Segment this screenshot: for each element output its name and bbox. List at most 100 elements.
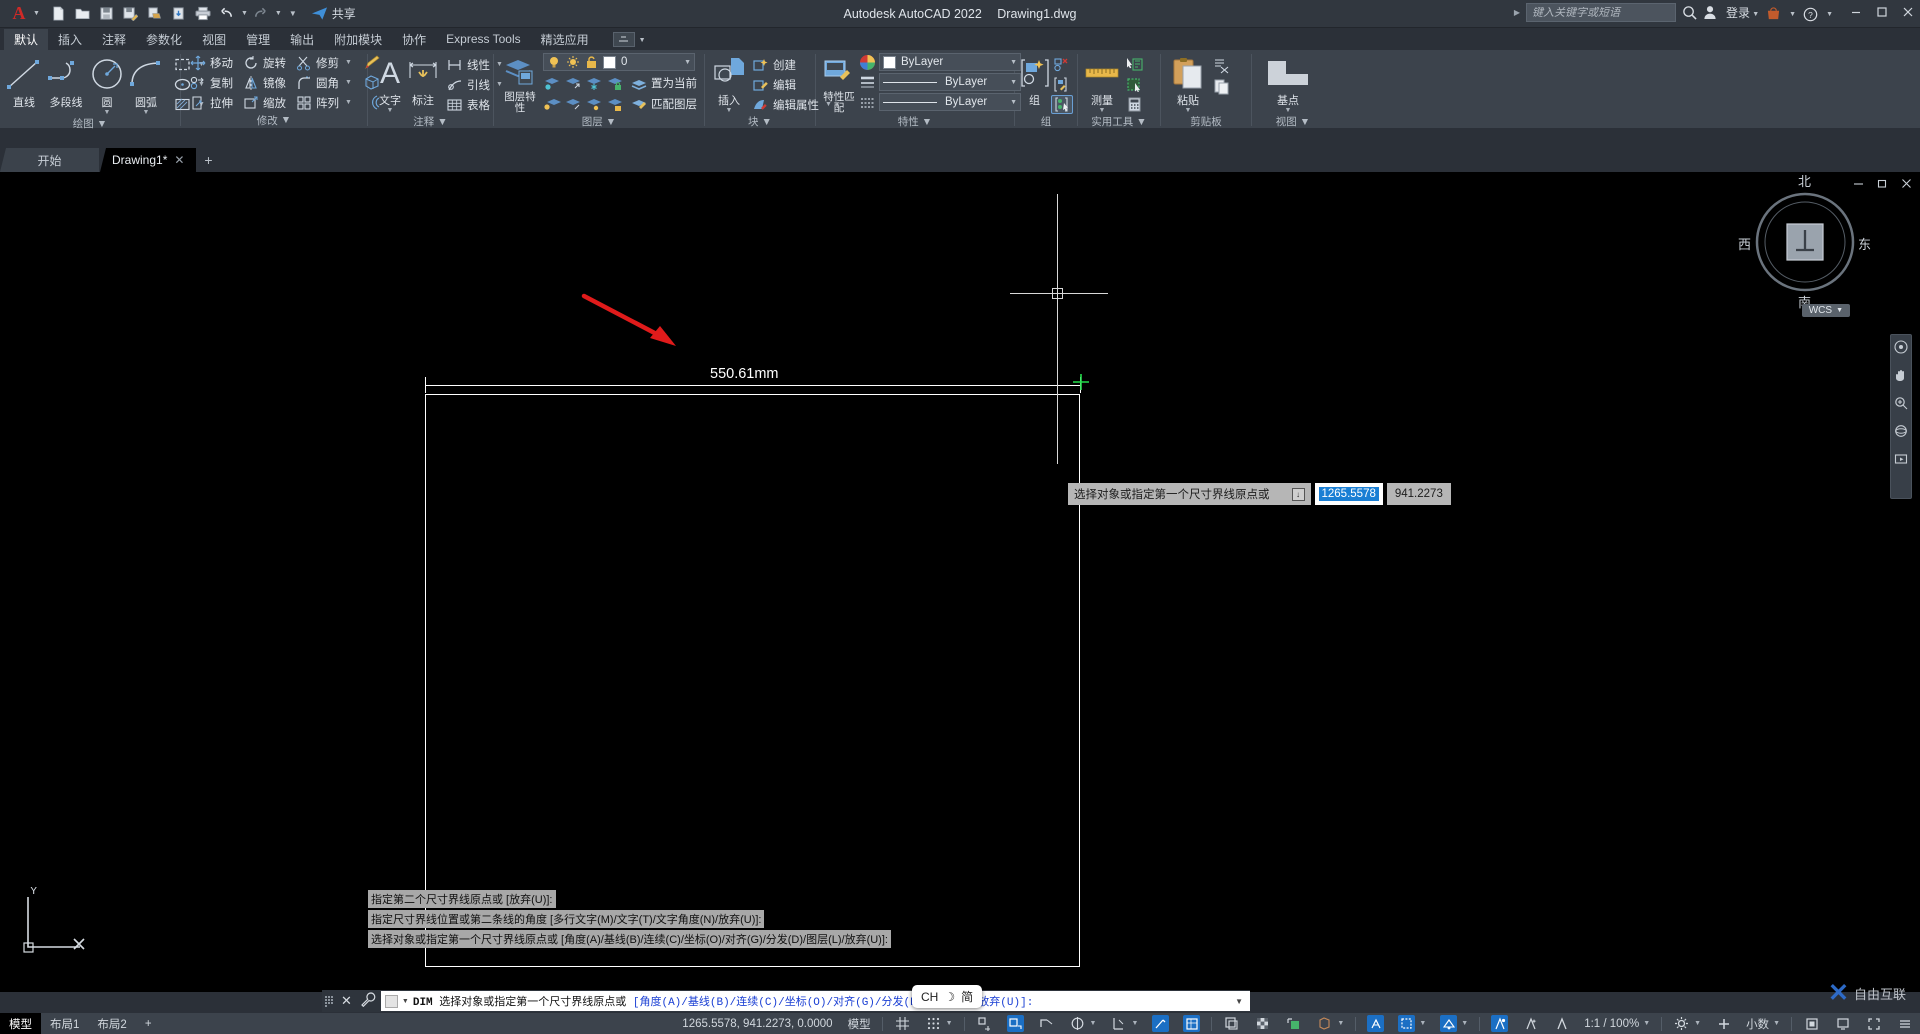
annotation-monitor-button[interactable] bbox=[1546, 1013, 1577, 1034]
copy-clipboard-button[interactable] bbox=[1211, 77, 1233, 96]
maximize-button[interactable] bbox=[1876, 5, 1888, 23]
ribbon-tab-addins[interactable]: 附加模块 bbox=[324, 29, 392, 50]
app-menu-chevron-down-icon[interactable]: ▼ bbox=[33, 10, 40, 17]
layout-tab-layout2[interactable]: 布局2 bbox=[88, 1013, 135, 1034]
isometric-drafting-toggle[interactable] bbox=[1031, 1013, 1062, 1034]
drawing-restore-button[interactable] bbox=[1877, 178, 1888, 192]
modify-scale-button[interactable]: 缩放 bbox=[240, 93, 289, 112]
gizmo-chevron-down-icon[interactable]: ▼ bbox=[1337, 1020, 1344, 1027]
wcs-selector[interactable]: WCS ▼ bbox=[1801, 304, 1850, 317]
annotation-dimension-button[interactable]: 标注 bbox=[406, 53, 440, 108]
search-icon[interactable] bbox=[1682, 5, 1697, 20]
steering-wheel-icon[interactable] bbox=[1894, 340, 1908, 357]
lineweight-combo[interactable]: ByLayer ▼ bbox=[879, 93, 1021, 111]
draw-circle-button[interactable]: 圆 ▼ bbox=[88, 53, 126, 116]
qat-open-button[interactable] bbox=[72, 3, 94, 25]
drawing-canvas[interactable]: 550.61mm 选择对象或指定第一个尺寸界线原点或 ↓ 1265.5578 9… bbox=[0, 172, 1920, 992]
command-line-close-icon[interactable]: ✕ bbox=[337, 993, 356, 1009]
dynamic-input-y-field[interactable]: 941.2273 bbox=[1386, 483, 1451, 505]
autodesk-app-store-icon[interactable] bbox=[1766, 7, 1781, 21]
fillet-chevron-down-icon[interactable]: ▼ bbox=[345, 79, 352, 86]
selection-cycling-toggle[interactable] bbox=[1216, 1013, 1247, 1034]
layer-unlock-layer-icon[interactable] bbox=[606, 96, 624, 112]
pan-hand-icon[interactable] bbox=[1894, 368, 1908, 385]
search-box[interactable] bbox=[1525, 3, 1676, 22]
object-snap-toggle[interactable]: ▼ bbox=[1103, 1013, 1145, 1034]
color-wheel-icon[interactable] bbox=[859, 54, 876, 71]
paste-button[interactable]: 粘贴 ▼ bbox=[1167, 53, 1209, 114]
qat-customize-chevron-icon[interactable]: ▼ bbox=[289, 9, 297, 18]
quick-select-button[interactable] bbox=[1124, 55, 1145, 74]
ortho-mode-toggle[interactable] bbox=[969, 1013, 1000, 1034]
workspace-switching-button[interactable]: ▼ bbox=[1666, 1013, 1708, 1034]
undo-chevron-down-icon[interactable]: ▼ bbox=[241, 10, 248, 17]
new-file-tab-button[interactable]: + bbox=[197, 148, 219, 172]
layout-tab-model[interactable]: 模型 bbox=[0, 1012, 41, 1034]
ribbon-minimize-button[interactable] bbox=[612, 32, 635, 47]
draw-line-button[interactable]: 直线 bbox=[4, 53, 44, 110]
draw-arc-button[interactable]: 圆弧 ▼ bbox=[126, 53, 166, 116]
layer-selector-combo[interactable]: 0 ▼ bbox=[543, 53, 695, 71]
block-panel-chevron-icon[interactable]: ▼ bbox=[762, 116, 772, 128]
utilities-panel-chevron-icon[interactable]: ▼ bbox=[1136, 116, 1146, 128]
share-button[interactable]: 共享 bbox=[311, 5, 356, 22]
orbit-icon[interactable] bbox=[1894, 424, 1908, 441]
ribbon-tab-view[interactable]: 视图 bbox=[192, 29, 236, 50]
ribbon-tab-home[interactable]: 默认 bbox=[4, 29, 49, 50]
view-cube[interactable]: 北 南 东 西 bbox=[1738, 174, 1871, 310]
annotation-scale-selector[interactable]: 1:1 / 100% ▼ bbox=[1577, 1013, 1657, 1034]
units-selector[interactable]: 小数 ▼ bbox=[1739, 1013, 1787, 1034]
notification-chevron-icon[interactable]: ▼ bbox=[1752, 11, 1759, 18]
layer-unlock-icon[interactable] bbox=[585, 55, 598, 69]
autoscale-toggle[interactable]: ▼ bbox=[1391, 1013, 1433, 1034]
autoscale-chevron-down-icon[interactable]: ▼ bbox=[1419, 1020, 1426, 1027]
isolate-objects-button[interactable] bbox=[1796, 1013, 1827, 1034]
layers-panel-chevron-icon[interactable]: ▼ bbox=[606, 116, 616, 128]
array-chevron-down-icon[interactable]: ▼ bbox=[345, 99, 352, 106]
redo-chevron-down-icon[interactable]: ▼ bbox=[275, 10, 282, 17]
snap-mode-toggle[interactable]: ▼ bbox=[918, 1013, 960, 1034]
qat-cloud-save-button[interactable] bbox=[168, 3, 190, 25]
polar-tracking-toggle[interactable] bbox=[1000, 1013, 1031, 1034]
wcs-chevron-down-icon[interactable]: ▼ bbox=[1836, 307, 1843, 314]
gizmo-toggle[interactable]: ▼ bbox=[1309, 1013, 1351, 1034]
close-button[interactable] bbox=[1902, 5, 1914, 23]
search-input[interactable] bbox=[1531, 6, 1670, 19]
zoom-extents-icon[interactable] bbox=[1894, 396, 1908, 413]
add-layout-button[interactable]: + bbox=[136, 1013, 161, 1034]
layer-on-icon[interactable] bbox=[543, 96, 561, 112]
ribbon-tab-parametric[interactable]: 参数化 bbox=[136, 29, 192, 50]
modify-fillet-button[interactable]: 圆角 ▼ bbox=[293, 73, 355, 92]
layer-thaw-icon[interactable] bbox=[585, 96, 603, 112]
layer-unisolate-icon[interactable] bbox=[564, 96, 582, 112]
workspace-chevron-down-icon[interactable]: ▼ bbox=[1694, 1020, 1701, 1027]
ribbon-minimize-chevron-icon[interactable]: ▼ bbox=[639, 37, 646, 44]
ime-indicator[interactable]: CH ☽ 简 bbox=[912, 985, 983, 1008]
layer-isolate-icon[interactable] bbox=[564, 75, 582, 91]
ribbon-tab-manage[interactable]: 管理 bbox=[236, 29, 280, 50]
qat-export-button[interactable] bbox=[144, 3, 166, 25]
layer-combo-chevron-down-icon[interactable]: ▼ bbox=[684, 59, 691, 66]
clean-screen-button[interactable] bbox=[1858, 1013, 1889, 1034]
view-panel-chevron-icon[interactable]: ▼ bbox=[1300, 116, 1310, 128]
modify-copy-button[interactable]: 复制 bbox=[187, 73, 236, 92]
object-color-combo[interactable]: ByLayer ▼ bbox=[879, 53, 1021, 71]
cut-button[interactable] bbox=[1211, 57, 1233, 76]
command-scroll-chevron-icon[interactable]: ▼ bbox=[1235, 997, 1246, 1006]
ribbon-tab-collaborate[interactable]: 协作 bbox=[392, 29, 436, 50]
model-space-label[interactable]: 模型 bbox=[841, 1013, 878, 1034]
coordinate-readout[interactable]: 1265.5578, 941.2273, 0.0000 bbox=[674, 1018, 840, 1030]
qat-save-as-button[interactable] bbox=[120, 3, 142, 25]
search-expand-icon[interactable]: ▶ bbox=[1514, 8, 1520, 17]
ribbon-tab-express-tools[interactable]: Express Tools bbox=[436, 29, 530, 50]
annotation-panel-chevron-icon[interactable]: ▼ bbox=[437, 116, 447, 128]
ungroup-button[interactable] bbox=[1051, 55, 1073, 74]
snap-chevron-down-icon[interactable]: ▼ bbox=[946, 1020, 953, 1027]
file-tab-drawing1[interactable]: Drawing1* ✕ bbox=[100, 148, 198, 172]
command-line-wrench-icon[interactable] bbox=[356, 992, 381, 1010]
minimize-button[interactable] bbox=[1850, 5, 1862, 23]
modify-move-button[interactable]: 移动 bbox=[187, 53, 236, 72]
layout-tab-layout1[interactable]: 布局1 bbox=[41, 1013, 88, 1034]
qat-plot-button[interactable] bbox=[192, 3, 214, 25]
layer-properties-button[interactable]: 图层特性 bbox=[500, 53, 540, 114]
